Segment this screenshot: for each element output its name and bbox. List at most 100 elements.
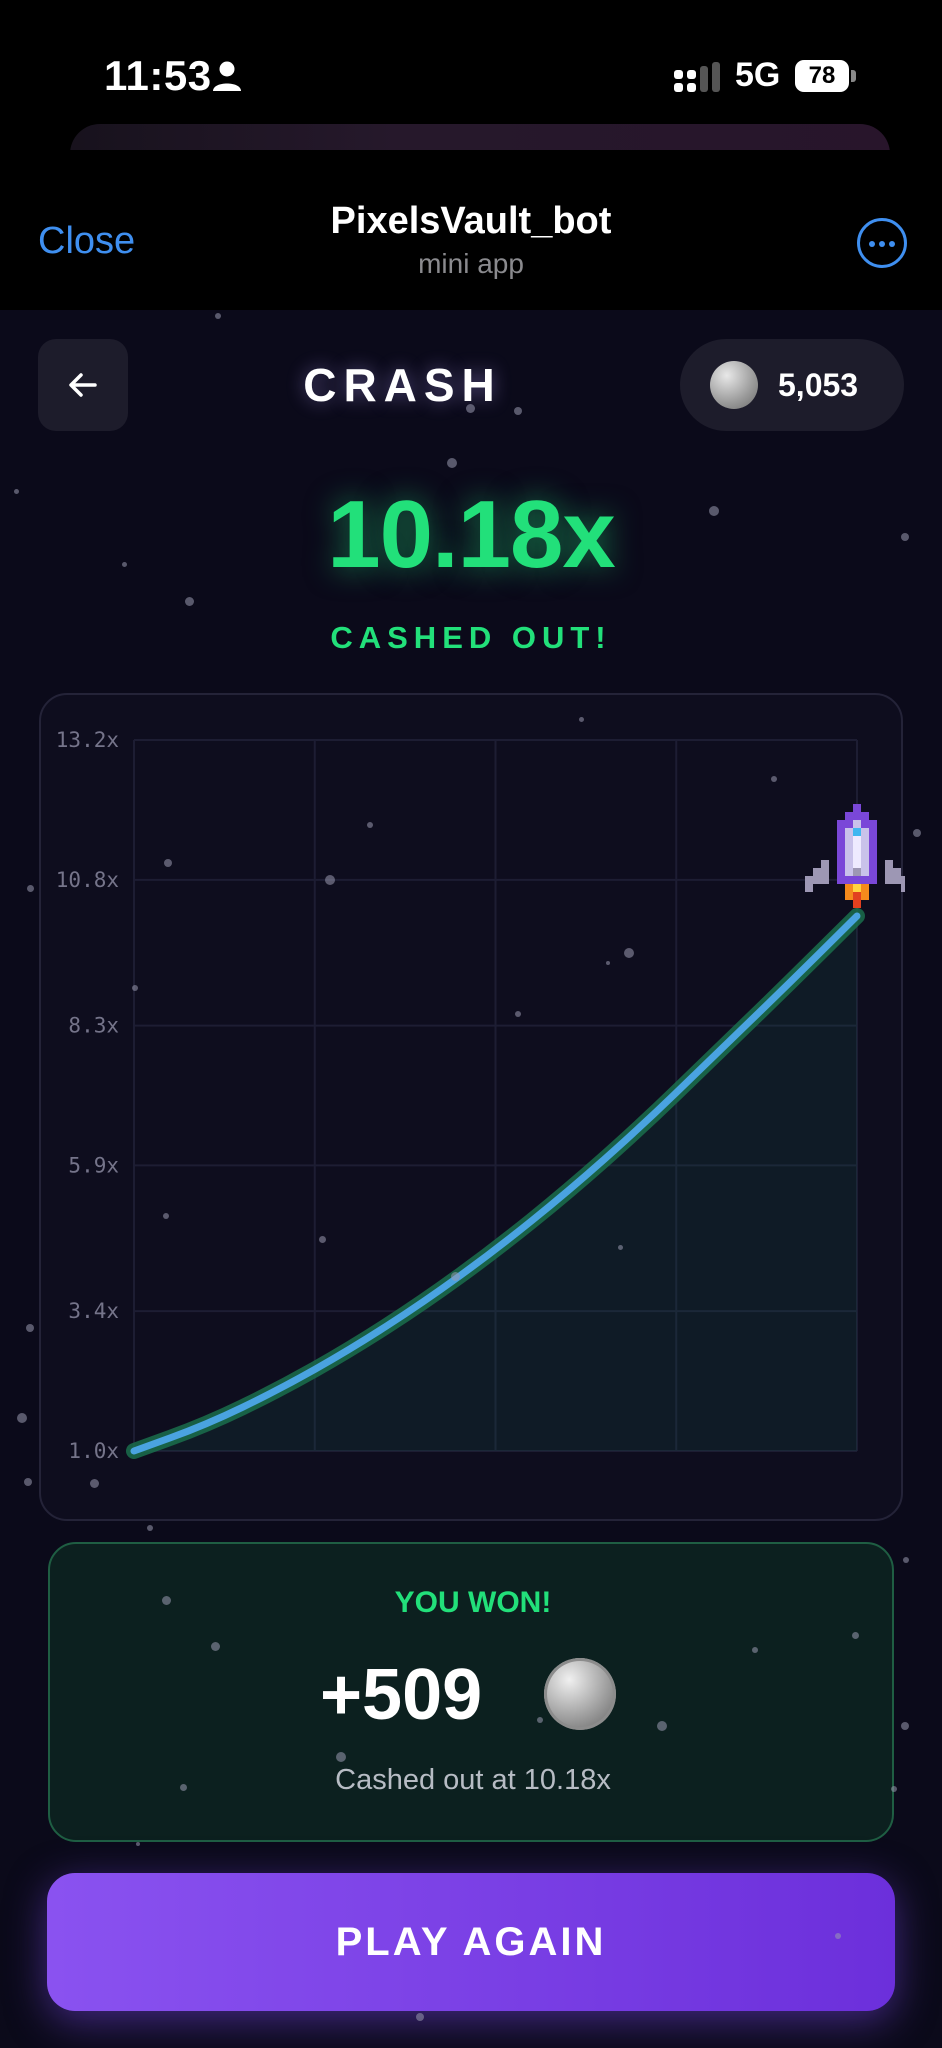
rocket-pixel	[845, 828, 853, 837]
star-dot	[132, 985, 138, 991]
star-dot	[851, 1631, 859, 1639]
more-options-button[interactable]	[857, 218, 907, 268]
rocket-pixel	[845, 844, 853, 853]
star-dot	[903, 1557, 909, 1563]
rocket-pixel	[837, 852, 845, 861]
rocket-pixel	[805, 876, 813, 885]
star-dot	[514, 407, 522, 415]
y-tick-label: 10.8x	[56, 868, 119, 892]
rocket-pixel	[845, 884, 853, 893]
rocket-pixel	[861, 836, 869, 845]
current-multiplier: 10.18x	[327, 481, 616, 588]
y-tick-label: 3.4x	[68, 1299, 119, 1323]
rocket-pixel	[861, 884, 869, 893]
rocket-pixel	[845, 892, 853, 901]
rocket-pixel	[893, 876, 901, 885]
y-tick-label: 13.2x	[56, 728, 119, 752]
star-dot	[147, 1525, 153, 1531]
signal-icon	[674, 62, 720, 92]
rocket-pixel	[853, 860, 861, 869]
rocket-pixel	[837, 820, 845, 829]
star-dot	[336, 1752, 346, 1762]
rocket-pixel	[869, 844, 877, 853]
rocket-pixel	[845, 812, 853, 821]
star-dot	[447, 458, 457, 468]
rocket-pixel	[869, 860, 877, 869]
rocket-pixel	[869, 852, 877, 861]
star-dot	[136, 1842, 140, 1846]
star-dot	[624, 948, 634, 958]
round-status: CASHED OUT!	[330, 620, 612, 655]
star-dot	[163, 1213, 169, 1219]
crash-chart: 13.2x 10.8x 8.3x 5.9x 3.4x 1.0x	[39, 693, 905, 1521]
rocket-pixel	[853, 892, 861, 901]
rocket-pixel	[837, 860, 845, 869]
back-button[interactable]	[38, 339, 128, 431]
rocket-icon	[805, 804, 905, 909]
star-dot	[24, 1478, 32, 1486]
star-dot	[17, 1413, 27, 1423]
rocket-pixel	[845, 820, 853, 829]
star-dot	[617, 1244, 623, 1250]
rocket-pixel	[837, 836, 845, 845]
rocket-pixel	[837, 844, 845, 853]
star-dot	[752, 1647, 758, 1653]
network-type: 5G	[735, 56, 781, 94]
rocket-pixel	[853, 884, 861, 893]
rocket-pixel	[837, 876, 845, 885]
rocket-pixel	[901, 884, 905, 893]
rocket-pixel	[885, 868, 893, 877]
star-dot	[161, 1595, 171, 1605]
rocket-pixel	[901, 876, 905, 885]
star-dot	[515, 1011, 521, 1017]
star-dot	[465, 403, 475, 413]
rocket-pixel	[845, 860, 853, 869]
coin-icon	[710, 361, 758, 409]
bot-name: PixelsVault_bot	[330, 200, 612, 242]
person-icon	[213, 61, 241, 91]
rocket-pixel	[845, 876, 853, 885]
star-dot	[901, 1722, 909, 1730]
star-dot	[835, 1933, 841, 1939]
rocket-pixel	[845, 868, 853, 877]
rocket-pixel	[869, 868, 877, 877]
balance-pill[interactable]: 5,053	[680, 339, 904, 431]
status-time: 11:53	[104, 52, 212, 99]
rocket-pixel	[869, 820, 877, 829]
star-dot	[367, 822, 373, 828]
y-tick-label: 8.3x	[68, 1014, 119, 1038]
rocket-pixel	[861, 820, 869, 829]
star-dot	[913, 829, 921, 837]
rocket-pixel	[861, 812, 869, 821]
crash-game-app: CRASH 5,053 10.18x CASHED OUT! 13.2x 10.8…	[0, 310, 942, 2048]
star-dot	[26, 1324, 34, 1332]
rocket-pixel	[837, 868, 845, 877]
rocket-pixel	[861, 844, 869, 853]
battery-level: 78	[795, 60, 849, 92]
star-dot	[89, 1478, 99, 1488]
rocket-pixel	[853, 828, 861, 837]
status-bar: 11:53 5G 78	[0, 0, 942, 154]
win-amount: +509	[320, 1655, 483, 1735]
rocket-pixel	[853, 804, 861, 813]
rocket-pixel	[821, 868, 829, 877]
game-title: CRASH	[303, 359, 502, 411]
rocket-pixel	[885, 876, 893, 885]
star-dot	[318, 1235, 326, 1243]
star-dot	[164, 859, 172, 867]
rocket-pixel	[821, 876, 829, 885]
play-again-button[interactable]: PLAY AGAIN	[47, 1873, 895, 2011]
rocket-pixel	[845, 836, 853, 845]
rocket-pixel	[853, 852, 861, 861]
star-dot	[215, 313, 221, 319]
rocket-pixel	[805, 884, 813, 893]
win-card: YOU WON! +509 Cashed out at 10.18x	[48, 1542, 894, 1842]
y-tick-label: 1.0x	[68, 1439, 119, 1463]
balance-value: 5,053	[778, 367, 859, 403]
star-dot	[416, 2013, 424, 2021]
star-dot	[13, 488, 19, 494]
rocket-pixel	[861, 892, 869, 901]
star-dot	[450, 1271, 460, 1281]
rocket-pixel	[853, 876, 861, 885]
star-dot	[184, 596, 194, 606]
